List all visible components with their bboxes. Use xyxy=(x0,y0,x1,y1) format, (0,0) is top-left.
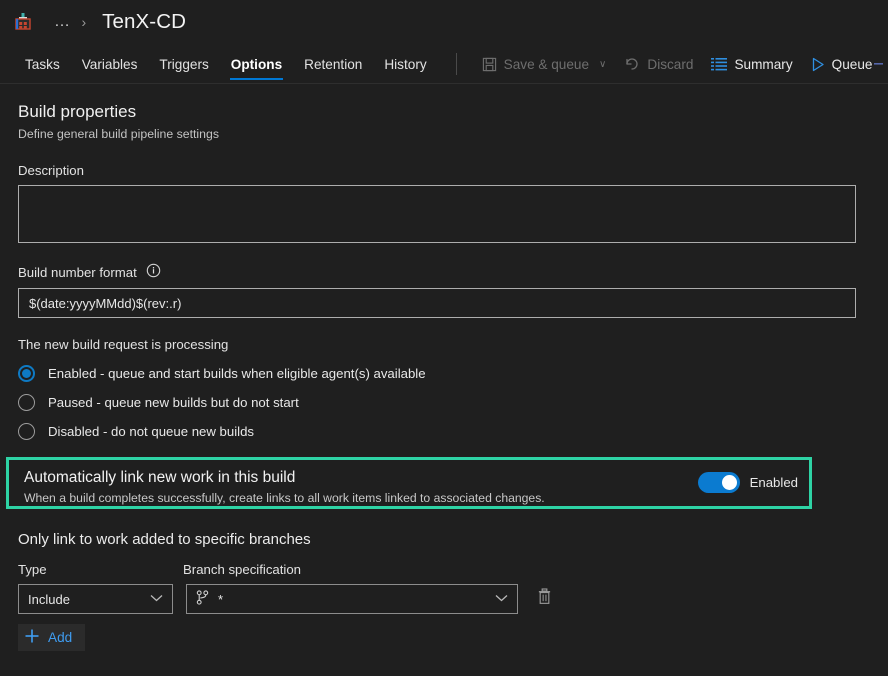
save-and-queue-label: Save & queue xyxy=(504,57,589,72)
toolbar: Tasks Variables Triggers Options Retenti… xyxy=(0,44,888,84)
processing-group-label: The new build request is processing xyxy=(18,337,872,352)
radio-button-icon[interactable] xyxy=(18,365,35,382)
description-input[interactable] xyxy=(18,185,856,243)
radio-option-enabled[interactable]: Enabled - queue and start builds when el… xyxy=(18,365,872,382)
tab-label: Variables xyxy=(82,57,138,72)
build-number-format-value: $(date:yyyyMMdd)$(rev:.r) xyxy=(29,296,181,311)
plus-icon xyxy=(24,628,40,647)
toggle-knob xyxy=(722,475,737,490)
branch-filter-column-headers: Type Branch specification xyxy=(18,562,872,584)
branch-filter-type-select[interactable]: Include xyxy=(18,584,173,614)
tab-label: Options xyxy=(231,57,282,72)
tab-label: History xyxy=(384,57,426,72)
add-branch-filter-button[interactable]: Add xyxy=(18,624,85,651)
radio-option-label: Paused - queue new builds but do not sta… xyxy=(48,395,299,410)
branch-filter-row: Include * xyxy=(18,584,872,614)
add-branch-filter-label: Add xyxy=(48,630,72,645)
chevron-down-icon[interactable]: ∨ xyxy=(599,59,606,70)
page-title: TenX-CD xyxy=(102,10,186,34)
save-and-queue-button[interactable]: Save & queue ∨ xyxy=(473,44,616,84)
build-number-format-label: Build number format xyxy=(18,263,872,281)
page-header: … › TenX-CD xyxy=(0,0,888,44)
tab-history[interactable]: History xyxy=(373,44,437,84)
save-icon xyxy=(482,57,497,72)
radio-button-icon[interactable] xyxy=(18,394,35,411)
radio-option-disabled[interactable]: Disabled - do not queue new builds xyxy=(18,423,872,440)
delete-branch-filter-button[interactable] xyxy=(531,585,557,613)
chevron-down-icon xyxy=(150,593,163,605)
description-label-text: Description xyxy=(18,163,84,178)
branch-specification-value: * xyxy=(218,592,486,607)
chevron-down-icon xyxy=(495,593,508,605)
summary-button[interactable]: Summary xyxy=(702,44,801,84)
auto-link-toggle-wrap: Enabled xyxy=(698,472,798,493)
auto-link-toggle[interactable] xyxy=(698,472,740,493)
branch-filter-type-value: Include xyxy=(28,592,150,607)
tab-options[interactable]: Options xyxy=(220,44,293,84)
undo-icon xyxy=(624,56,640,72)
pipeline-icon xyxy=(12,11,34,33)
auto-link-toggle-state: Enabled xyxy=(750,475,798,490)
radio-option-label: Disabled - do not queue new builds xyxy=(48,424,254,439)
column-header-branch-spec: Branch specification xyxy=(183,562,301,577)
auto-link-description: When a build completes successfully, cre… xyxy=(24,491,698,505)
options-panel: Build properties Define general build pi… xyxy=(0,84,888,651)
trash-icon xyxy=(537,588,552,610)
auto-link-text: Automatically link new work in this buil… xyxy=(24,469,698,505)
list-icon xyxy=(711,57,727,71)
radio-option-label: Enabled - queue and start builds when el… xyxy=(48,366,426,381)
discard-label: Discard xyxy=(647,57,693,72)
discard-button[interactable]: Discard xyxy=(615,44,702,84)
breadcrumb-overflow-button[interactable]: … xyxy=(48,14,78,30)
tab-tasks[interactable]: Tasks xyxy=(14,44,71,84)
queue-button[interactable]: Queue xyxy=(802,44,882,84)
auto-link-title: Automatically link new work in this buil… xyxy=(24,469,698,487)
radio-button-icon[interactable] xyxy=(18,423,35,440)
tab-triggers[interactable]: Triggers xyxy=(148,44,219,84)
build-properties-subheading: Define general build pipeline settings xyxy=(18,127,872,141)
chevron-right-icon: › xyxy=(80,14,89,30)
info-icon[interactable] xyxy=(146,263,161,281)
build-number-format-input[interactable]: $(date:yyyyMMdd)$(rev:.r) xyxy=(18,288,856,318)
tab-variables[interactable]: Variables xyxy=(71,44,149,84)
branch-filter-heading: Only link to work added to specific bran… xyxy=(18,531,872,548)
toolbar-divider xyxy=(456,53,457,75)
toolbar-overflow-button[interactable] xyxy=(874,44,888,83)
build-number-format-label-text: Build number format xyxy=(18,265,137,280)
branch-specification-select[interactable]: * xyxy=(186,584,518,614)
radio-option-paused[interactable]: Paused - queue new builds but do not sta… xyxy=(18,394,872,411)
git-branch-icon xyxy=(196,590,209,608)
build-properties-heading: Build properties xyxy=(18,102,872,122)
summary-label: Summary xyxy=(734,57,792,72)
queue-label: Queue xyxy=(832,57,873,72)
tab-retention[interactable]: Retention xyxy=(293,44,373,84)
play-icon xyxy=(811,57,825,72)
tab-label: Retention xyxy=(304,57,362,72)
column-header-type: Type xyxy=(18,562,183,577)
description-label: Description xyxy=(18,163,872,178)
auto-link-work-section: Automatically link new work in this buil… xyxy=(6,457,812,509)
tab-label: Triggers xyxy=(159,57,208,72)
tab-label: Tasks xyxy=(25,57,60,72)
